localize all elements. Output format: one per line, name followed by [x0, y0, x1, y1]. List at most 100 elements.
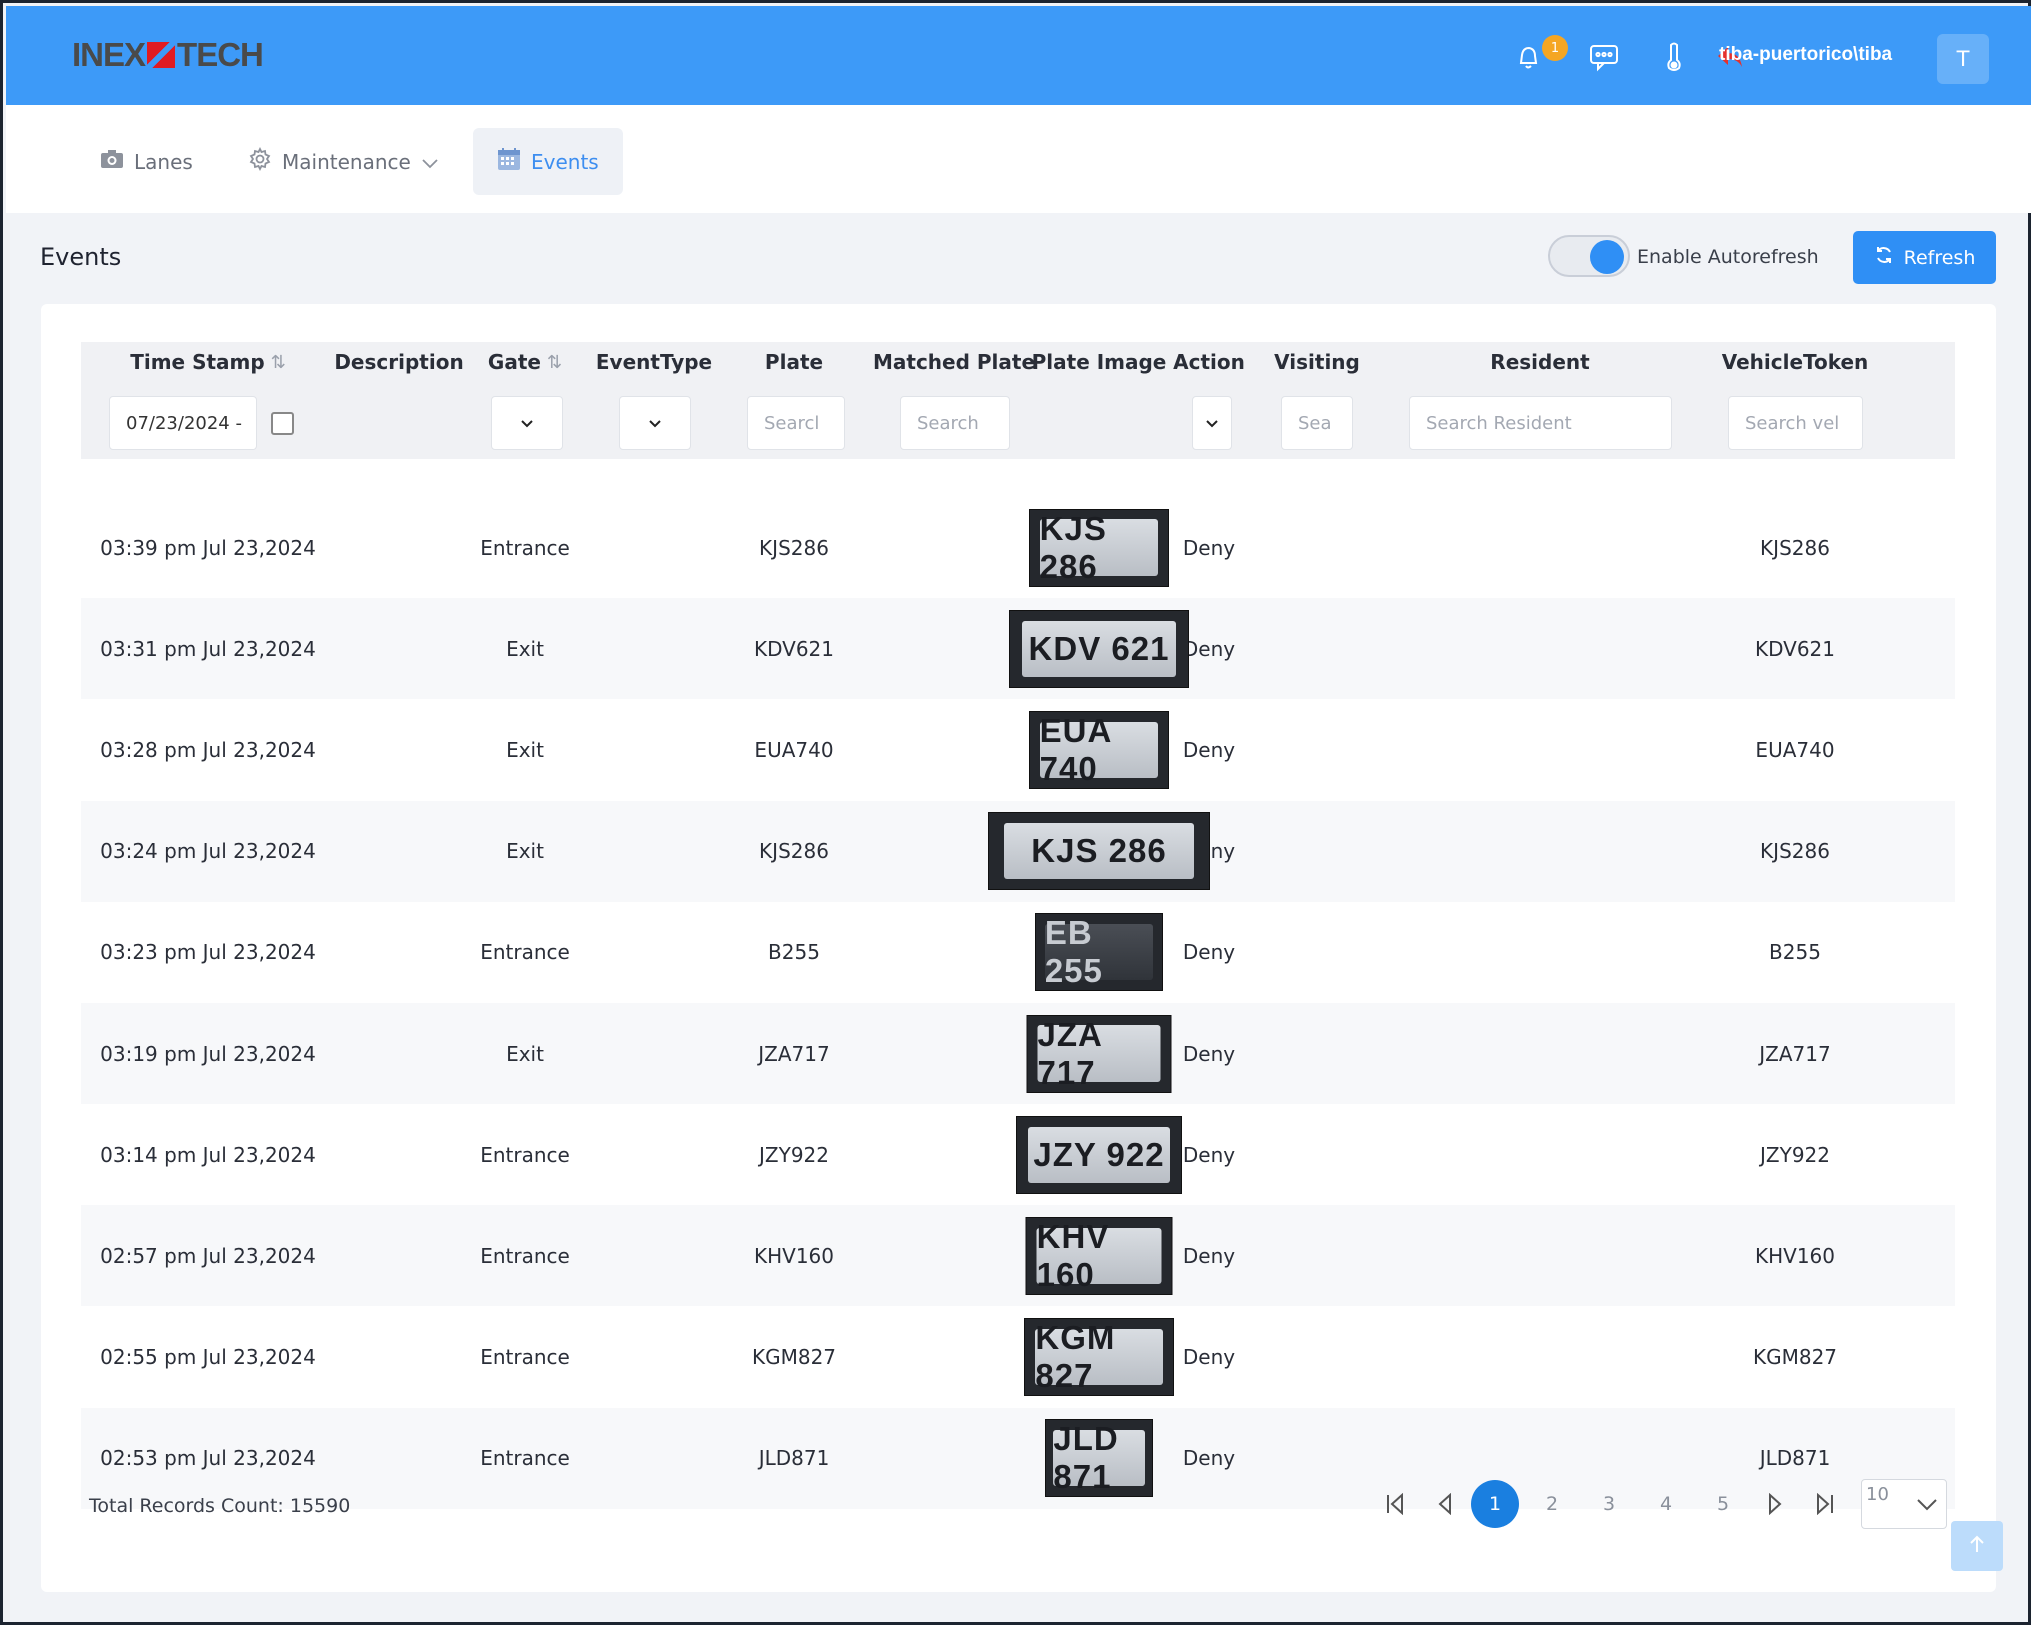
- page-button[interactable]: 3: [1585, 1480, 1633, 1528]
- refresh-icon: [1874, 245, 1894, 270]
- plate-image[interactable]: JLD 871: [1045, 1419, 1153, 1498]
- gate-cell: Exit: [506, 839, 544, 864]
- tab-events-label: Events: [531, 149, 599, 174]
- col-matched-plate: Matched Plate: [872, 350, 1036, 374]
- bell-icon[interactable]: [1511, 40, 1545, 74]
- visiting-search-input[interactable]: Sea: [1281, 396, 1353, 450]
- plate-search-input[interactable]: Searcl: [747, 396, 845, 450]
- tab-events[interactable]: Events: [473, 128, 623, 195]
- autorefresh-label: Enable Autorefresh: [1637, 246, 1819, 268]
- table-row[interactable]: 02:57 pm Jul 23,2024 Entrance KHV160 Deny KH…: [81, 1205, 1955, 1307]
- page-button[interactable]: 2: [1528, 1480, 1576, 1528]
- table-row[interactable]: 03:39 pm Jul 23,2024 Entrance KJS286 Deny KJ…: [81, 497, 1955, 598]
- col-visiting: Visiting: [1274, 350, 1360, 374]
- sort-icon[interactable]: ⇅: [271, 352, 286, 373]
- table-row[interactable]: 03:23 pm Jul 23,2024 Entrance B255 Deny B255…: [81, 902, 1955, 1003]
- chevron-down-icon: [520, 413, 534, 434]
- table-row[interactable]: 03:14 pm Jul 23,2024 Entrance JZY922 Deny JZ…: [81, 1104, 1955, 1205]
- plate-cell: KJS286: [759, 839, 829, 864]
- plate-image[interactable]: KHV 160: [1025, 1216, 1173, 1295]
- timestamp-cell: 03:14 pm Jul 23,2024: [100, 1142, 316, 1167]
- tab-maintenance[interactable]: Maintenance: [224, 128, 463, 195]
- tab-maintenance-label: Maintenance: [282, 149, 411, 174]
- gate-cell: Entrance: [480, 535, 570, 560]
- refresh-button[interactable]: Refresh: [1853, 231, 1996, 284]
- page-size-select[interactable]: 10: [1861, 1479, 1947, 1529]
- eventtype-filter-select[interactable]: [619, 396, 691, 450]
- plate-cell: JZA717: [758, 1041, 830, 1066]
- col-gate[interactable]: Gate ⇅: [488, 350, 562, 374]
- plate-image[interactable]: EB 255: [1035, 913, 1163, 992]
- prev-page-icon[interactable]: [1421, 1480, 1469, 1528]
- plate-image[interactable]: EUA 740: [1029, 710, 1169, 789]
- col-eventtype: EventType: [595, 350, 713, 374]
- timestamp-cell: 03:39 pm Jul 23,2024: [100, 535, 316, 560]
- date-range-filter[interactable]: 07/23/2024 -: [109, 396, 257, 450]
- autorefresh-toggle[interactable]: [1548, 235, 1630, 277]
- vehicletoken-cell: KJS286: [1760, 535, 1830, 560]
- plate-image[interactable]: KJS 286: [1029, 508, 1169, 587]
- plate-image-text: EB 255: [1044, 914, 1154, 989]
- vehicletoken-cell: KJS286: [1760, 839, 1830, 864]
- first-page-icon[interactable]: [1371, 1480, 1419, 1528]
- col-gate-label: Gate: [487, 350, 541, 374]
- action-filter-select[interactable]: [1192, 396, 1232, 450]
- resident-search-input[interactable]: Search Resident: [1409, 396, 1672, 450]
- refresh-label: Refresh: [1903, 246, 1976, 269]
- table-row[interactable]: 03:19 pm Jul 23,2024 Exit JZA717 Deny JZA717…: [81, 1003, 1955, 1104]
- chevron-down-icon: [1205, 413, 1219, 434]
- gate-filter-select[interactable]: [491, 396, 563, 450]
- plate-image[interactable]: KGM 827: [1024, 1318, 1174, 1397]
- plate-image-text: EUA 740: [1039, 712, 1159, 787]
- notification-count-badge: 1: [1542, 35, 1568, 61]
- col-plate: Plate: [764, 350, 824, 374]
- gear-icon: [248, 146, 272, 176]
- gate-cell: Entrance: [480, 1446, 570, 1471]
- page-button[interactable]: 5: [1699, 1480, 1747, 1528]
- app-frame: INEX TECH 1 tiba-puertorico\tiba T Lanes…: [0, 0, 2031, 1625]
- inextech-logo[interactable]: INEX TECH: [72, 33, 264, 77]
- scroll-to-top-button[interactable]: [1951, 1521, 2003, 1571]
- plate-cell: EUA740: [754, 737, 834, 762]
- nav-bar: Lanes Maintenance Events: [6, 105, 2031, 213]
- vehicletoken-cell: KDV621: [1754, 636, 1836, 661]
- gate-cell: Exit: [506, 1041, 544, 1066]
- gate-cell: Entrance: [480, 1345, 570, 1370]
- page-button[interactable]: 1: [1471, 1480, 1519, 1528]
- events-table-card: Time Stamp ⇅ Description Gate ⇅ EventTyp…: [41, 304, 1996, 1592]
- gate-cell: Entrance: [480, 1142, 570, 1167]
- table-row[interactable]: 03:31 pm Jul 23,2024 Exit KDV621 Deny KDV621…: [81, 598, 1955, 700]
- timestamp-cell: 02:53 pm Jul 23,2024: [100, 1446, 316, 1471]
- sort-icon[interactable]: ⇅: [547, 352, 562, 373]
- plate-image-text: KHV 160: [1036, 1218, 1162, 1293]
- chevron-down-icon: [648, 413, 662, 434]
- plate-image-text: KJS 286: [1039, 510, 1159, 585]
- plate-image[interactable]: KDV 621: [1009, 609, 1189, 688]
- last-page-icon[interactable]: [1801, 1480, 1849, 1528]
- avatar[interactable]: T: [1937, 34, 1989, 84]
- table-row[interactable]: 03:28 pm Jul 23,2024 Exit EUA740 Deny EUA740…: [81, 699, 1955, 800]
- timestamp-cell: 03:31 pm Jul 23,2024: [100, 636, 316, 661]
- plate-image[interactable]: JZA 717: [1026, 1014, 1172, 1093]
- next-page-icon[interactable]: [1751, 1480, 1799, 1528]
- col-timestamp[interactable]: Time Stamp ⇅: [130, 350, 286, 374]
- table-row[interactable]: 03:24 pm Jul 23,2024ExitKJS286DenyKJS286…: [81, 800, 1955, 902]
- table-row[interactable]: 02:55 pm Jul 23,2024 Entrance KGM827 Deny KG…: [81, 1307, 1955, 1408]
- tab-lanes[interactable]: Lanes: [76, 128, 217, 195]
- plate-image-text: JLD 871: [1053, 1420, 1145, 1495]
- page-button[interactable]: 4: [1642, 1480, 1690, 1528]
- plate-image[interactable]: JZY 922: [1016, 1115, 1182, 1194]
- user-name[interactable]: tiba-puertorico\tiba: [1719, 44, 1892, 66]
- col-vehicletoken: VehicleToken: [1721, 350, 1869, 374]
- plate-image[interactable]: KJS 286: [988, 812, 1210, 891]
- timestamp-cell: 02:57 pm Jul 23,2024: [100, 1243, 316, 1268]
- page-size-value: 10: [1866, 1484, 1889, 1505]
- date-filter-checkbox[interactable]: [271, 412, 294, 435]
- vehicletoken-cell: JZY922: [1760, 1142, 1830, 1167]
- col-plate-image: Plate Image: [1031, 350, 1167, 374]
- vehicletoken-search-input[interactable]: Search vel: [1728, 396, 1863, 450]
- matched-plate-search-input[interactable]: Search: [900, 396, 1010, 450]
- timestamp-cell: 03:28 pm Jul 23,2024: [100, 737, 316, 762]
- thermometer-icon[interactable]: [1657, 40, 1691, 74]
- chat-icon[interactable]: [1587, 40, 1621, 74]
